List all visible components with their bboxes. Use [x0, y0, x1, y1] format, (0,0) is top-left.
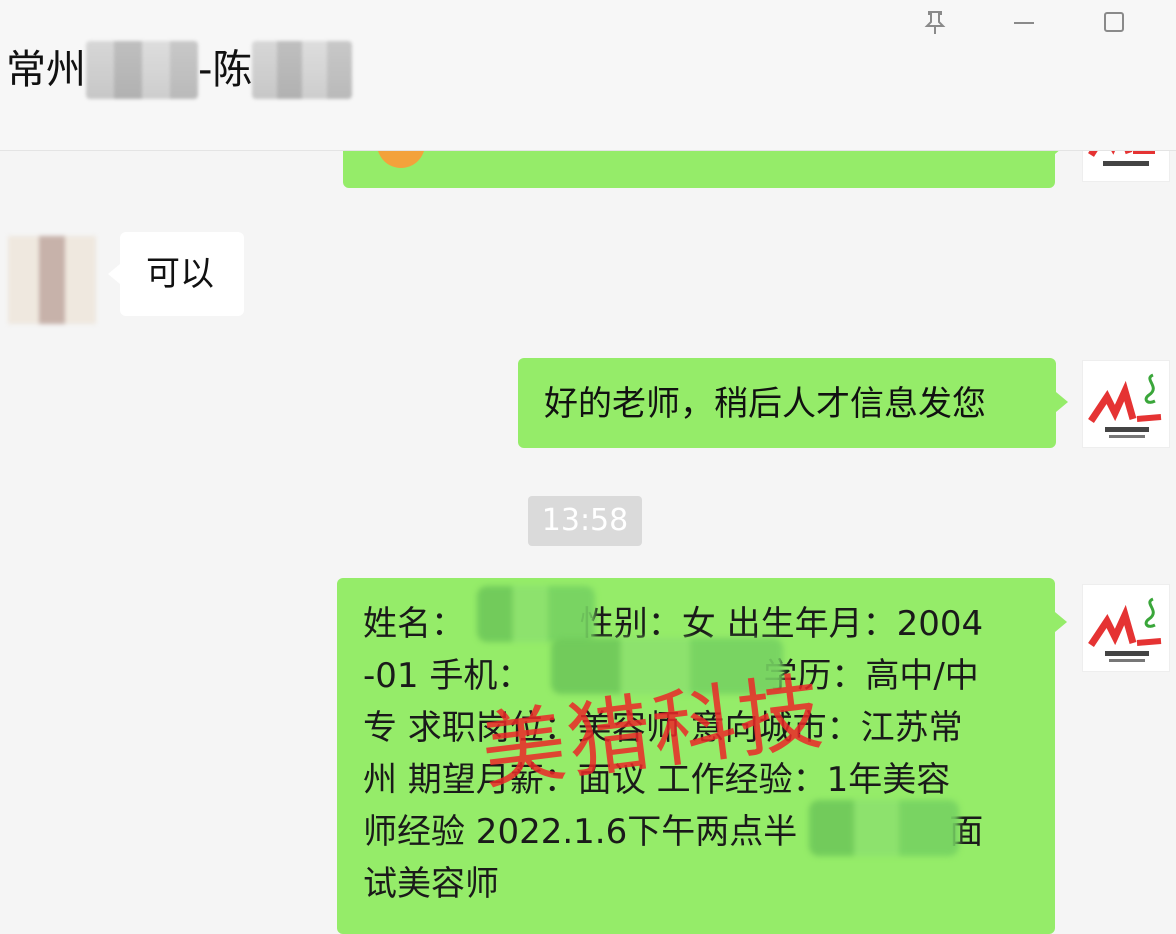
ml-logo-icon: [1088, 373, 1162, 438]
resume-interview-time: 师经验 2022.1.6下午两点半: [363, 812, 798, 852]
ml-logo-icon: [1088, 597, 1162, 662]
my-avatar[interactable]: [1082, 360, 1170, 448]
chat-header: 常州 -陈: [0, 0, 1176, 151]
message-text: 好的老师，稍后人才信息发您: [544, 384, 986, 424]
message-timestamp: 13:58: [528, 496, 642, 546]
redacted-name: [477, 586, 595, 642]
redacted-location: [809, 800, 959, 856]
chat-title-prefix: 常州: [6, 47, 86, 93]
message-bubble-incoming[interactable]: 可以: [108, 232, 244, 316]
resume-line-6: 试美容师: [363, 864, 499, 904]
message-text: 可以: [146, 254, 214, 294]
minimize-button[interactable]: [1006, 8, 1042, 36]
contact-avatar[interactable]: [8, 236, 96, 324]
chat-title-middle: -陈: [198, 47, 253, 93]
pin-button[interactable]: [917, 8, 953, 36]
redacted-title-1: [86, 41, 198, 99]
minimize-icon: [1014, 22, 1034, 24]
maximize-button[interactable]: [1096, 8, 1132, 36]
redacted-title-2: [252, 41, 353, 99]
maximize-icon: [1104, 12, 1124, 32]
my-avatar-resume[interactable]: [1082, 584, 1170, 672]
pin-icon: [924, 11, 946, 34]
message-bubble-outgoing[interactable]: 好的老师，稍后人才信息发您: [518, 358, 1068, 448]
chat-title[interactable]: 常州 -陈: [6, 40, 353, 100]
resume-name-label: 姓名：: [363, 604, 465, 644]
